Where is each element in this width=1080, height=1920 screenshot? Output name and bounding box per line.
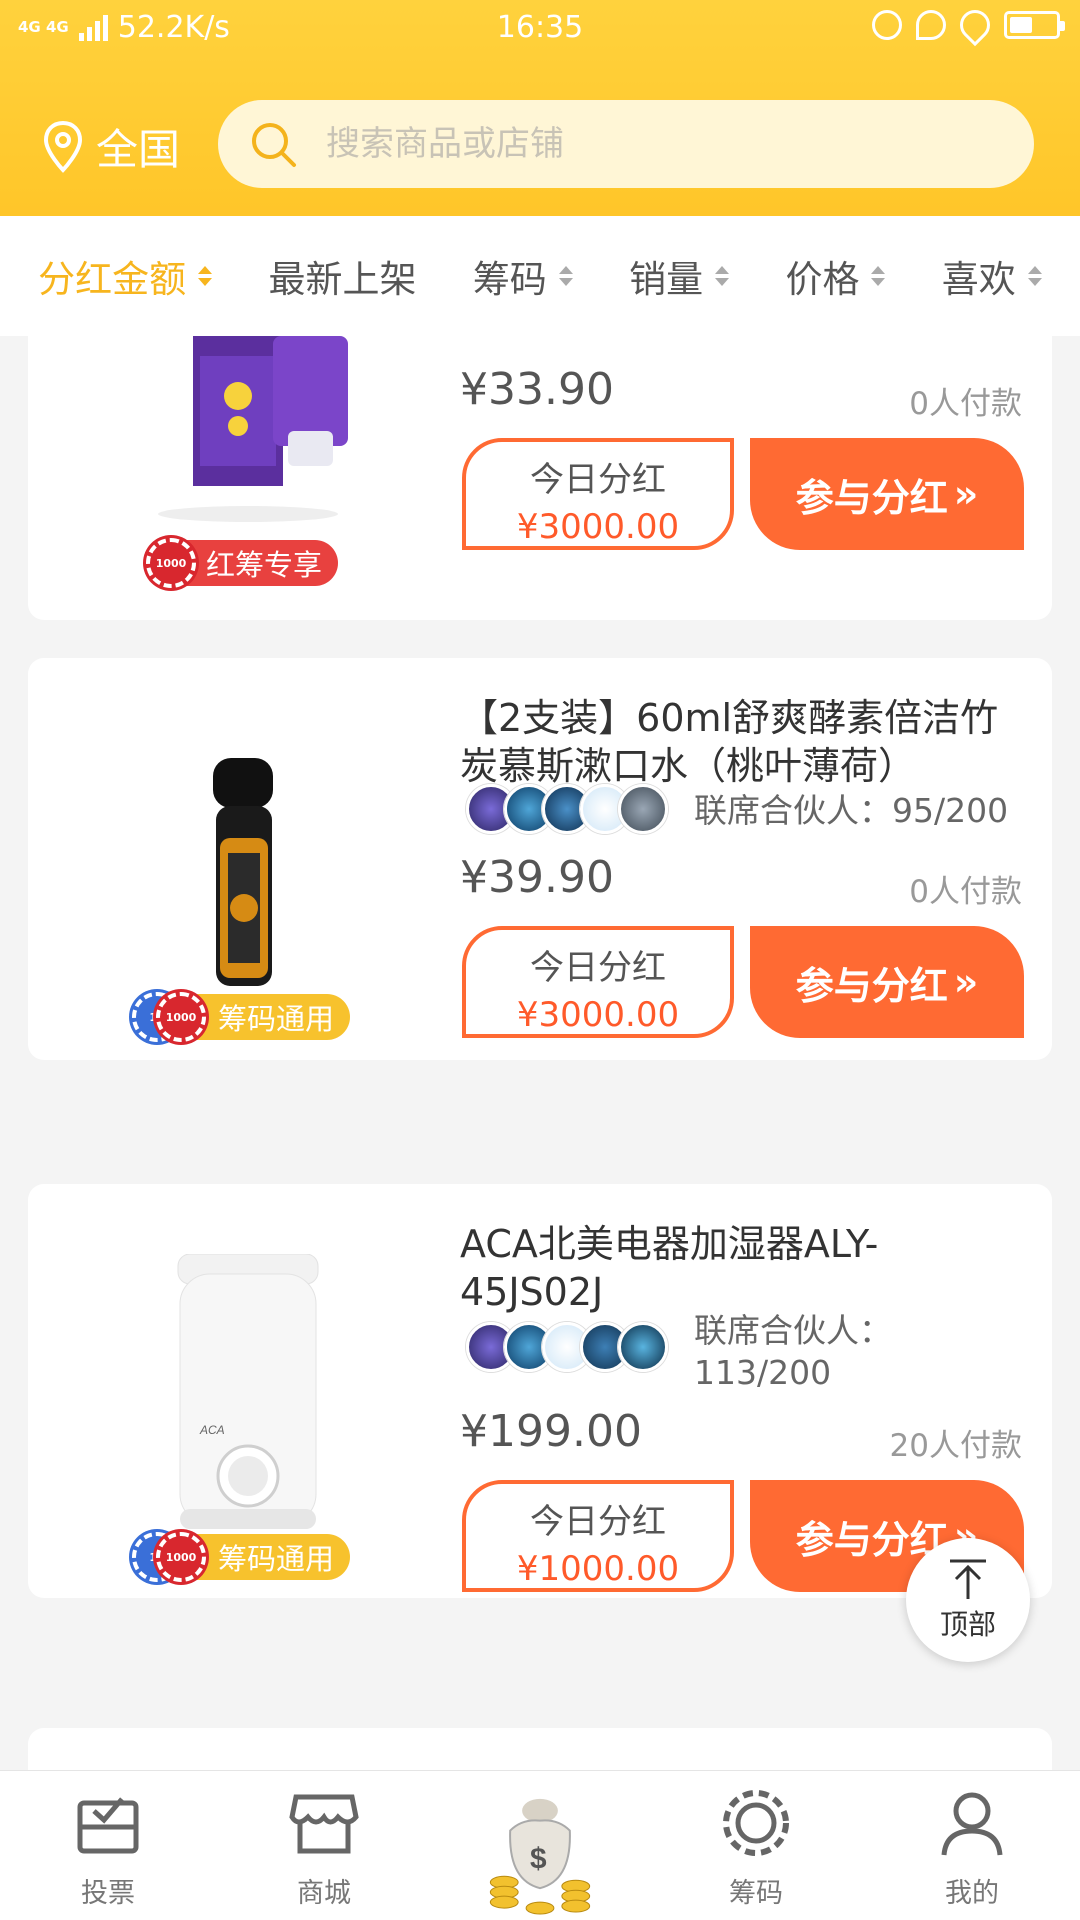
store-icon [289,1794,359,1854]
status-bar: 4G 4G 52.2K/s 16:35 [0,0,1080,56]
sort-bar: 分红金额 最新上架 筹码 销量 价格 喜欢 [0,216,1080,336]
product-card[interactable]: 【2支装】60ml舒爽酵素倍洁竹炭慕斯漱口水（桃叶薄荷） 联席合伙人：95/20… [28,658,1052,1060]
bonus-label: 今日分红 [530,1502,666,1542]
join-bonus-button[interactable]: 参与分红 » [750,926,1024,1038]
header: 4G 4G 52.2K/s 16:35 全国 [0,0,1080,216]
product-title: 【2支装】60ml舒爽酵素倍洁竹炭慕斯漱口水（桃叶薄荷） [460,696,999,788]
moon-icon [916,10,946,40]
product-list[interactable]: ¥33.90 0人付款 今日分红 ¥3000.00 参与分红 » 1000 红筹… [0,336,1080,1770]
search-icon [252,123,296,167]
nav-chips[interactable]: 筹码 [648,1771,864,1920]
paid-count: 0人付款 [909,874,1022,910]
join-label: 参与分红 [795,475,948,520]
sort-newest[interactable]: 最新上架 [268,249,416,303]
nav-store[interactable]: 商城 [216,1771,432,1920]
back-to-top-label: 顶部 [939,1608,996,1641]
today-bonus-box: 今日分红 ¥3000.00 [462,438,734,550]
join-label: 参与分红 [795,963,948,1008]
partner-avatars [466,784,668,834]
sort-price[interactable]: 价格 [785,249,886,303]
avatar [618,784,668,834]
svg-text:$: $ [530,1842,547,1875]
red-chip-tag: 1000 红筹专享 [146,538,339,588]
product-card[interactable]: ACA ACA北美电器加湿器ALY-45JS02J 联席合伙人：113/200 … [28,1184,1052,1598]
nav-label: 投票 [81,1878,135,1909]
product-image [88,758,408,988]
sort-arrows-icon [198,266,213,286]
sort-label: 筹码 [472,258,547,301]
partner-avatars [466,1322,668,1372]
today-bonus-box: 今日分红 ¥1000.00 [462,1480,734,1592]
nav-label: 我的 [945,1878,999,1909]
sort-arrows-icon [715,266,730,286]
avatar [618,1322,668,1372]
brand-logo: ACA [199,1423,225,1437]
sort-sales[interactable]: 销量 [629,249,730,303]
bonus-label: 今日分红 [530,460,666,500]
location-status-icon [953,3,997,47]
sort-label: 销量 [629,258,704,301]
bottom-nav: 投票 商城 $ 筹码 我的 [0,1770,1080,1920]
double-chevron-icon: » [953,472,979,516]
search-input[interactable] [326,124,966,164]
arrow-up-icon [950,1559,986,1599]
sort-arrows-icon [871,266,886,286]
vote-icon [77,1797,139,1854]
sort-arrows-icon [558,266,573,286]
nav-label: 商城 [297,1878,351,1909]
chip-icon [723,1790,789,1856]
location-pin-icon [43,120,83,173]
location-selector[interactable]: 全国 [42,116,180,177]
bonus-label: 今日分红 [530,948,666,988]
product-image [88,336,408,526]
red-chip-icon: 1000 [156,1532,206,1582]
alarm-icon [872,10,902,40]
sort-arrows-icon [1027,266,1042,286]
chip-icon: 1000 [146,538,196,588]
product-image: ACA [88,1253,408,1544]
sort-label: 分红金额 [38,258,187,301]
general-chip-tag: 10 1000 筹码通用 [132,992,351,1042]
product-title: ACA北美电器加湿器ALY-45JS02J [460,1222,879,1314]
sort-likes[interactable]: 喜欢 [942,249,1042,303]
bonus-amount: ¥3000.00 [516,995,680,1035]
sort-label: 喜欢 [941,258,1016,301]
toothpaste-image [158,336,348,522]
user-icon [941,1792,1003,1856]
nav-me[interactable]: 我的 [864,1771,1080,1920]
product-price: ¥39.90 [460,852,614,903]
mouthwash-image [213,758,273,986]
battery-icon [1004,11,1065,39]
general-chip-tag: 10 1000 筹码通用 [132,1532,351,1582]
humidifier-image: ACA [177,1253,319,1529]
nav-label: 筹码 [729,1878,783,1909]
bonus-amount: ¥1000.00 [516,1549,680,1589]
join-bonus-button[interactable]: 参与分红 » [750,438,1024,550]
product-card[interactable]: ¥33.90 0人付款 今日分红 ¥3000.00 参与分红 » 1000 红筹… [28,336,1052,620]
product-card[interactable] [28,1728,1052,1770]
money-bag-icon: $ [489,1798,591,1915]
product-price: ¥199.00 [460,1406,642,1457]
back-to-top-button[interactable]: 顶部 [906,1538,1030,1662]
search-bar[interactable] [218,100,1034,188]
location-label: 全国 [96,125,181,174]
paid-count: 20人付款 [889,1428,1022,1464]
sort-chips[interactable]: 筹码 [473,249,573,303]
today-bonus-box: 今日分红 ¥3000.00 [462,926,734,1038]
red-chip-icon: 1000 [156,992,206,1042]
sort-label: 最新上架 [268,258,417,301]
sort-dividend[interactable]: 分红金额 [38,249,213,303]
nav-vote[interactable]: 投票 [0,1771,216,1920]
status-icons [872,3,1065,47]
paid-count: 0人付款 [909,386,1022,422]
bonus-amount: ¥3000.00 [516,507,680,547]
product-price: ¥33.90 [460,364,614,415]
nav-center[interactable]: $ [432,1771,648,1920]
double-chevron-icon: » [953,960,979,1004]
sort-label: 价格 [785,258,860,301]
partner-count: 联席合伙人：113/200 [694,1311,892,1392]
partner-count: 联席合伙人：95/200 [694,791,1009,830]
